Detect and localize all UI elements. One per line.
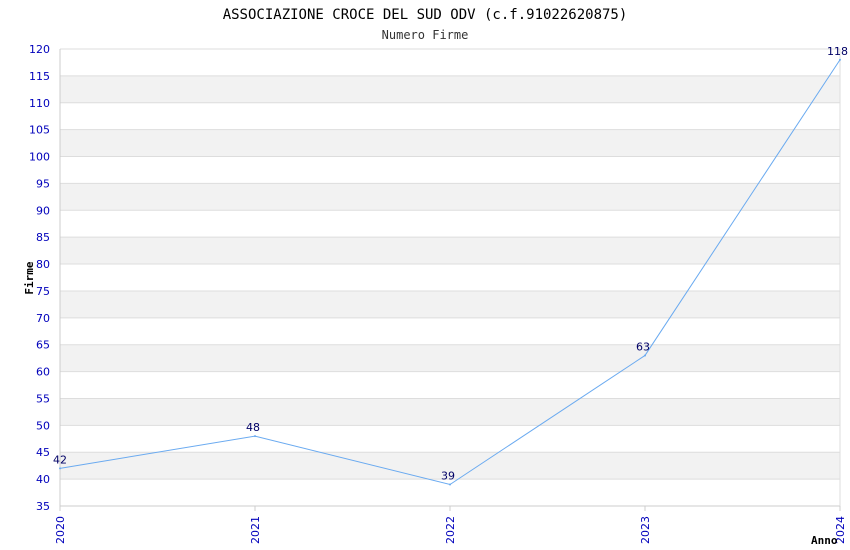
y-tick-label: 45 [36, 446, 50, 459]
data-label: 63 [636, 340, 650, 353]
y-tick-label: 115 [29, 70, 50, 83]
data-label: 42 [53, 453, 67, 466]
y-tick-label: 85 [36, 231, 50, 244]
plot-band [60, 49, 840, 76]
y-tick-label: 55 [36, 392, 50, 405]
plot-band [60, 398, 840, 426]
y-tick-label: 90 [36, 204, 50, 217]
y-tick-label: 75 [36, 285, 50, 298]
x-axis-title: Anno [811, 534, 838, 547]
plot-band [60, 290, 840, 318]
data-point [59, 467, 61, 470]
plot-band [60, 183, 840, 211]
data-label: 118 [827, 45, 848, 58]
data-label: 39 [441, 469, 455, 482]
y-tick-label: 60 [36, 366, 50, 379]
y-tick-label: 70 [36, 312, 50, 325]
x-axis-ticks: 2020 2021 2022 2023 2024 [54, 506, 847, 544]
y-tick-label: 100 [29, 151, 50, 164]
data-point [839, 58, 841, 61]
y-tick-label: 35 [36, 500, 50, 513]
plot-band [60, 102, 840, 130]
y-tick-label: 50 [36, 419, 50, 432]
y-tick-label: 110 [29, 97, 50, 110]
y-tick-label: 40 [36, 473, 50, 486]
x-tick-label: 2023 [639, 516, 652, 544]
y-tick-label: 65 [36, 339, 50, 352]
plot-band [60, 129, 840, 157]
data-point [644, 354, 646, 357]
data-label: 48 [246, 421, 260, 434]
data-point [449, 483, 451, 486]
y-tick-label: 80 [36, 258, 50, 271]
plot-band [60, 210, 840, 238]
plot-band [60, 75, 840, 103]
y-tick-label: 120 [29, 43, 50, 56]
x-tick-label: 2022 [444, 516, 457, 544]
plot-band [60, 425, 840, 453]
plot-band [60, 317, 840, 345]
y-axis-title: Firme [23, 261, 36, 294]
plot-bands [60, 49, 840, 506]
plot-band [60, 264, 840, 291]
y-tick-label: 105 [29, 124, 50, 137]
plot-band [60, 344, 840, 372]
line-chart: ASSOCIAZIONE CROCE DEL SUD ODV (c.f.9102… [23, 7, 848, 547]
chart-title: ASSOCIAZIONE CROCE DEL SUD ODV (c.f.9102… [223, 7, 628, 23]
plot-band [60, 479, 840, 506]
plot-band [60, 156, 840, 184]
x-tick-label: 2020 [54, 516, 67, 544]
data-point [254, 435, 256, 438]
chart-subtitle: Numero Firme [382, 28, 469, 42]
y-tick-label: 95 [36, 177, 50, 190]
plot-band [60, 237, 840, 265]
x-tick-label: 2021 [249, 516, 262, 544]
plot-band [60, 371, 840, 399]
